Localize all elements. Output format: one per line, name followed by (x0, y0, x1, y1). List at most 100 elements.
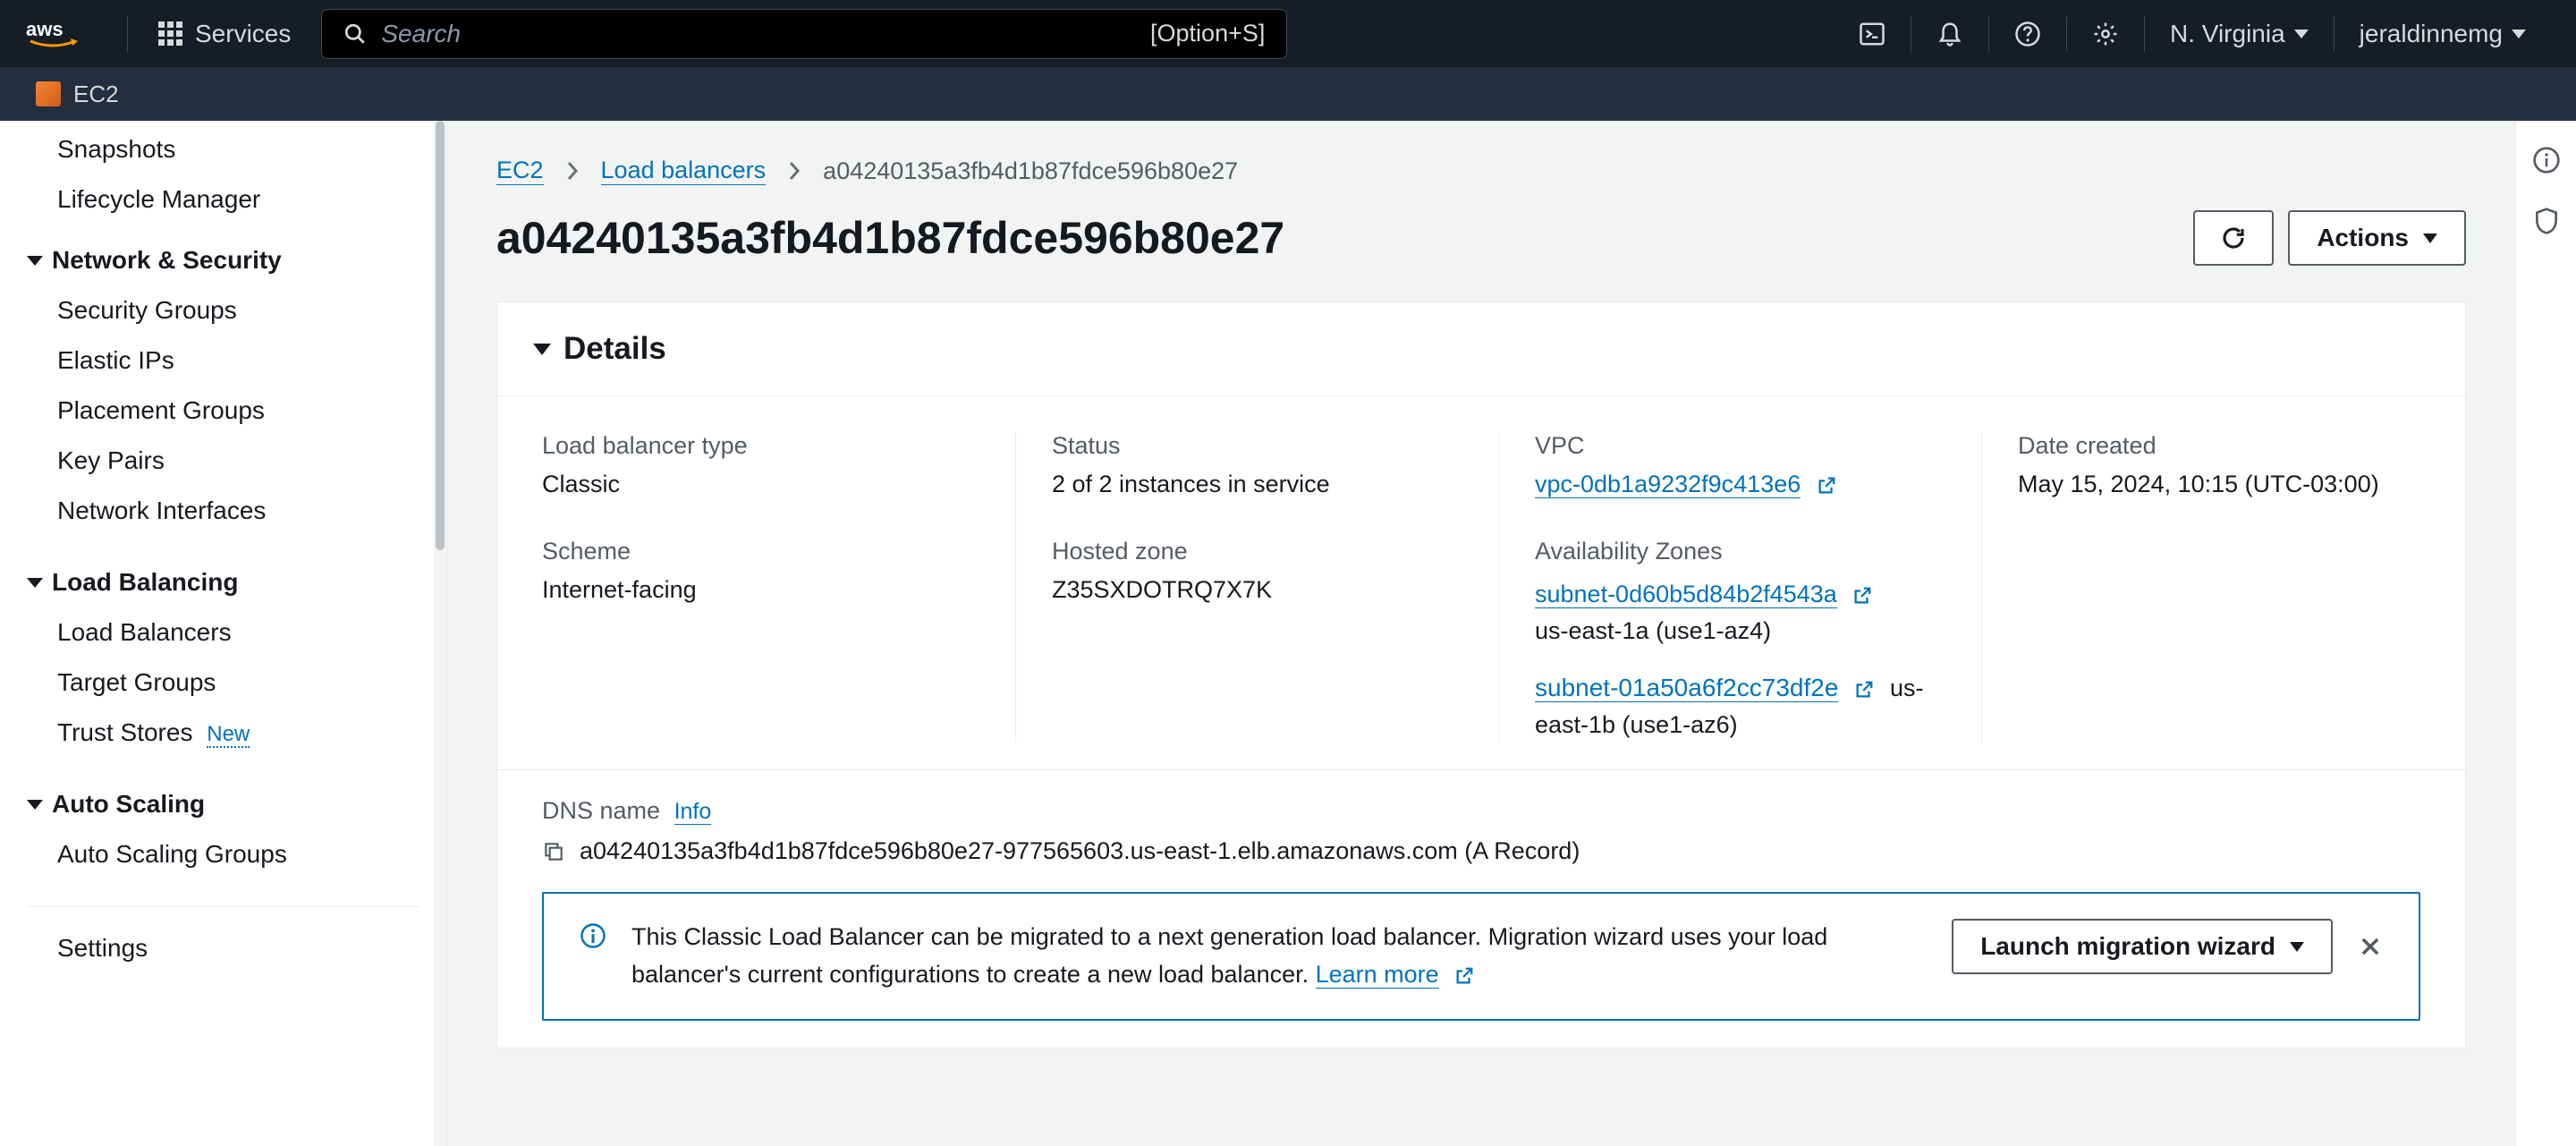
search-icon (343, 22, 367, 46)
region-selector[interactable]: N. Virginia (2145, 20, 2334, 48)
search-shortcut: [Option+S] (1150, 20, 1265, 47)
details-panel-header[interactable]: Details (497, 302, 2465, 396)
scheme-label: Scheme (542, 538, 979, 565)
learn-more-link[interactable]: Learn more (1316, 961, 1439, 989)
migration-info-box: This Classic Load Balancer can be migrat… (542, 892, 2420, 1021)
sidebar-item-trust-stores[interactable]: Trust Stores New (0, 708, 446, 758)
details-col-2: Status 2 of 2 instances in service Hoste… (1016, 432, 1499, 743)
dns-value-row: a04240135a3fb4d1b87fdce596b80e27-9775656… (542, 837, 2420, 865)
aws-logo[interactable]: aws (0, 18, 106, 50)
user-label: jeraldinnemg (2360, 20, 2503, 48)
page-title: a04240135a3fb4d1b87fdce596b80e27 (496, 212, 1284, 264)
search-wrap: [Option+S] (321, 9, 1287, 59)
details-heading: Details (564, 331, 666, 367)
dns-value: a04240135a3fb4d1b87fdce596b80e27-9775656… (580, 837, 1580, 865)
page-body: Snapshots Lifecycle Manager Network & Se… (0, 121, 2576, 1146)
details-grid: Load balancer type Classic Scheme Intern… (542, 432, 2420, 743)
account-menu[interactable]: jeraldinnemg (2334, 20, 2551, 48)
vpc-value: vpc-0db1a9232f9c413e6 (1535, 471, 1945, 498)
divider (27, 906, 419, 907)
hosted-zone-value: Z35SXDOTRQ7X7K (1052, 576, 1462, 604)
sidebar: Snapshots Lifecycle Manager Network & Se… (0, 121, 447, 1146)
services-label: Services (195, 20, 291, 48)
info-actions: Launch migration wizard (1952, 919, 2383, 974)
vpc-link[interactable]: vpc-0db1a9232f9c413e6 (1535, 471, 1801, 498)
details-col-3: VPC vpc-0db1a9232f9c413e6 Availability Z… (1499, 432, 1982, 743)
help-button[interactable] (1989, 21, 2066, 47)
top-header: aws Services [Option+S] N. Vi (0, 0, 2576, 67)
external-link-icon (1817, 476, 1836, 496)
notifications-button[interactable] (1911, 21, 1988, 47)
chevron-down-icon (27, 578, 43, 588)
launch-migration-wizard-button[interactable]: Launch migration wizard (1952, 919, 2333, 974)
title-actions: Actions (2193, 210, 2466, 266)
sidebar-item-target-groups[interactable]: Target Groups (0, 658, 446, 708)
breadcrumb: EC2 Load balancers a04240135a3fb4d1b87fd… (496, 157, 2466, 185)
services-menu-button[interactable]: Services (149, 20, 300, 48)
chevron-right-icon (787, 159, 801, 183)
sidebar-group-title: Load Balancing (52, 568, 238, 597)
sidebar-group-header[interactable]: Auto Scaling (0, 779, 446, 829)
right-rail (2515, 121, 2576, 1146)
sidebar-item-placement-groups[interactable]: Placement Groups (0, 386, 446, 436)
close-info-button[interactable] (2358, 934, 2383, 959)
sidebar-item-auto-scaling-groups[interactable]: Auto Scaling Groups (0, 829, 446, 879)
sidebar-group-load-balancing: Load Balancing Load Balancers Target Gro… (0, 547, 446, 768)
close-icon (2358, 934, 2383, 959)
settings-button[interactable] (2067, 21, 2144, 47)
wizard-button-label: Launch migration wizard (1980, 932, 2275, 961)
actions-button[interactable]: Actions (2288, 210, 2466, 266)
divider (127, 16, 128, 52)
sidebar-item-label: Trust Stores (57, 718, 192, 746)
dns-section: DNS name Info a04240135a3fb4d1b87fdce596… (497, 769, 2465, 892)
az-block-2: subnet-01a50a6f2cc73df2e us-east-1b (use… (1535, 670, 1945, 743)
main: EC2 Load balancers a04240135a3fb4d1b87fd… (447, 121, 2576, 1146)
search-box[interactable]: [Option+S] (321, 9, 1287, 59)
sidebar-item-network-interfaces[interactable]: Network Interfaces (0, 486, 446, 536)
sidebar-group-header[interactable]: Network & Security (0, 235, 446, 285)
sidebar-item-elastic-ips[interactable]: Elastic IPs (0, 335, 446, 386)
cloudshell-button[interactable] (1834, 21, 1911, 47)
sidebar-item-lifecycle-manager[interactable]: Lifecycle Manager (0, 174, 446, 225)
az-block-1: subnet-0d60b5d84b2f4543a us-east-1a (use… (1535, 576, 1945, 649)
search-input[interactable] (381, 20, 1136, 48)
sidebar-item-key-pairs[interactable]: Key Pairs (0, 436, 446, 486)
dns-info-link[interactable]: Info (674, 799, 712, 825)
info-text-body: This Classic Load Balancer can be migrat… (631, 923, 1827, 988)
sidebar-item-snapshots[interactable]: Snapshots (0, 124, 446, 174)
help-panel-icon[interactable] (2532, 146, 2561, 174)
copy-icon[interactable] (542, 840, 565, 863)
chevron-down-icon (2294, 30, 2309, 38)
breadcrumb-load-balancers[interactable]: Load balancers (601, 157, 767, 185)
actions-label: Actions (2317, 224, 2409, 252)
external-link-icon (1854, 680, 1874, 700)
sidebar-item-security-groups[interactable]: Security Groups (0, 285, 446, 335)
chevron-down-icon (27, 256, 43, 266)
refresh-button[interactable] (2193, 210, 2274, 266)
service-bar: EC2 (0, 67, 2576, 121)
chevron-right-icon (565, 159, 580, 183)
subnet-2-link[interactable]: subnet-01a50a6f2cc73df2e (1535, 674, 1838, 702)
sidebar-group-auto-scaling: Auto Scaling Auto Scaling Groups (0, 768, 446, 890)
sidebar-group-network-security: Network & Security Security Groups Elast… (0, 225, 446, 547)
sidebar-item-settings[interactable]: Settings (0, 923, 446, 973)
chevron-down-icon (2423, 233, 2437, 243)
region-label: N. Virginia (2170, 20, 2285, 48)
details-col-1: Load balancer type Classic Scheme Intern… (542, 432, 1016, 743)
sidebar-item-load-balancers[interactable]: Load Balancers (0, 607, 446, 658)
scrollbar[interactable] (434, 121, 446, 1146)
content: EC2 Load balancers a04240135a3fb4d1b87fd… (447, 121, 2515, 1146)
hosted-zone-label: Hosted zone (1052, 538, 1462, 565)
subnet-1-link[interactable]: subnet-0d60b5d84b2f4543a (1535, 581, 1837, 608)
info-icon (580, 922, 606, 949)
security-panel-icon[interactable] (2532, 207, 2561, 235)
service-name[interactable]: EC2 (73, 81, 119, 108)
scrollbar-thumb[interactable] (436, 121, 445, 550)
date-created-label: Date created (2018, 432, 2385, 460)
status-value: 2 of 2 instances in service (1052, 471, 1462, 498)
chevron-down-icon (2290, 942, 2304, 952)
breadcrumb-ec2[interactable]: EC2 (496, 157, 544, 185)
sidebar-group-header[interactable]: Load Balancing (0, 557, 446, 607)
ec2-service-icon (36, 81, 61, 106)
chevron-down-icon (533, 344, 551, 355)
